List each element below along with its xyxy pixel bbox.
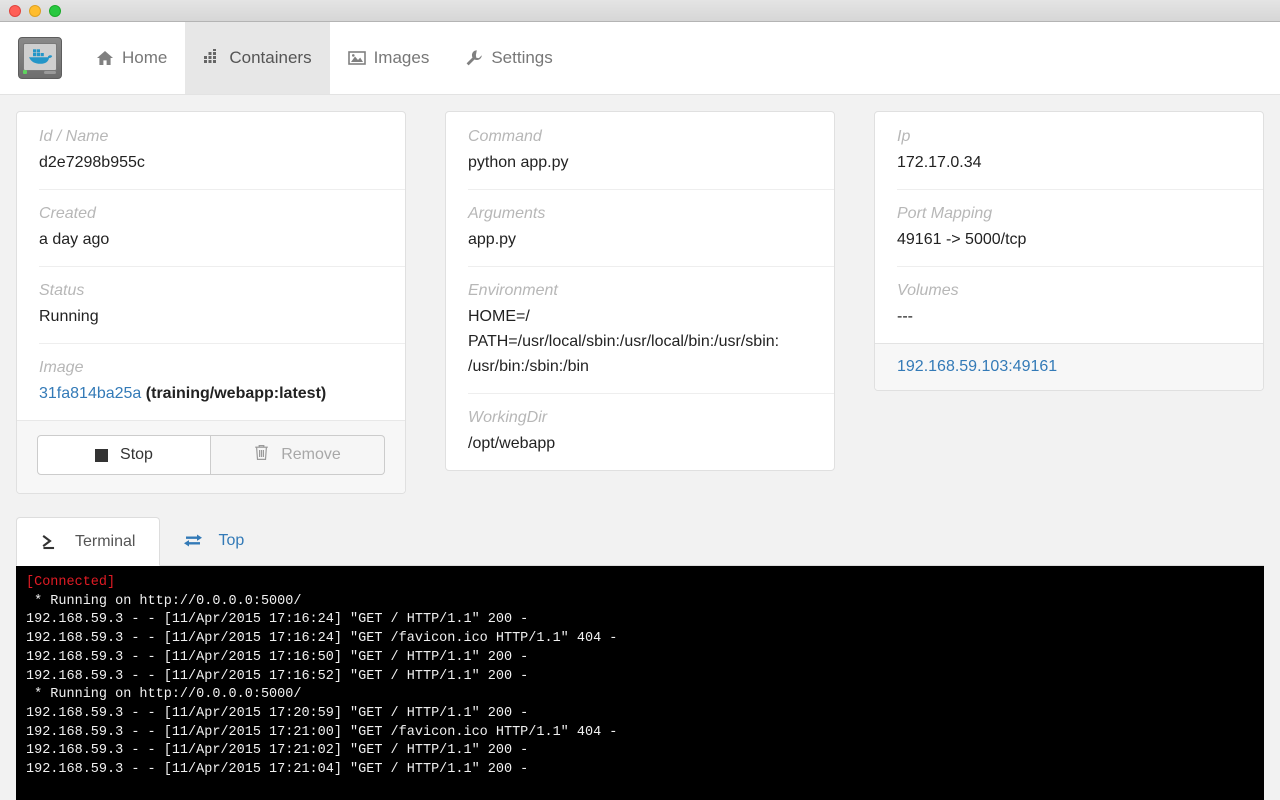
- field-value: d2e7298b955c: [39, 154, 145, 171]
- field-label: Image: [39, 359, 84, 376]
- field-id-name: Id / Name d2e7298b955c: [17, 112, 405, 189]
- field-label: Created: [39, 205, 96, 222]
- remove-button-label: Remove: [281, 446, 341, 463]
- app-logo[interactable]: [18, 22, 78, 94]
- field-label: WorkingDir: [468, 409, 548, 426]
- field-label: Environment: [468, 282, 558, 299]
- terminal-tabs: Terminal Top: [16, 517, 1264, 566]
- action-button-group: Stop Remove: [37, 435, 385, 475]
- field-label: Arguments: [468, 205, 546, 222]
- remove-button[interactable]: Remove: [211, 435, 385, 475]
- field-value: ---: [897, 308, 913, 325]
- field-status: Status Running: [17, 266, 405, 343]
- terminal-line: 192.168.59.3 - - [11/Apr/2015 17:16:24] …: [26, 612, 529, 628]
- terminal-line: 192.168.59.3 - - [11/Apr/2015 17:16:24] …: [26, 631, 618, 647]
- grid-icon: [203, 49, 221, 67]
- field-value: 172.17.0.34: [897, 154, 982, 171]
- container-detail-content: Id / Name d2e7298b955c Created a day ago…: [0, 95, 1280, 510]
- nav-item-containers-label: Containers: [229, 48, 312, 67]
- navbar-items: Home Containers Images Settings: [78, 22, 571, 94]
- field-label: Command: [468, 128, 542, 145]
- app-window: Home Containers Images Settings Id / Nam…: [0, 0, 1280, 800]
- terminal-line: 192.168.59.3 - - [11/Apr/2015 17:20:59] …: [26, 705, 529, 721]
- field-workingdir: WorkingDir /opt/webapp: [446, 393, 834, 470]
- field-value: app.py: [468, 231, 517, 248]
- terminal-line: 192.168.59.3 - - [11/Apr/2015 17:21:04] …: [26, 762, 529, 778]
- field-label: Volumes: [897, 282, 959, 299]
- tab-top-label: Top: [218, 531, 245, 549]
- stop-button[interactable]: Stop: [37, 435, 211, 475]
- nav-item-home-label: Home: [122, 48, 168, 67]
- terminal-line: 192.168.59.3 - - [11/Apr/2015 17:21:00] …: [26, 724, 618, 740]
- terminal-line: * Running on http://0.0.0.0:5000/: [26, 593, 302, 609]
- container-actions: Stop Remove: [17, 420, 405, 493]
- nav-item-images-label: Images: [373, 48, 430, 67]
- tab-terminal-label: Terminal: [75, 532, 136, 550]
- container-url-row: 192.168.59.103:49161: [875, 343, 1263, 390]
- terminal-connected-marker: [Connected]: [26, 575, 116, 590]
- docker-whale-monitor-icon: [18, 37, 62, 79]
- zoom-window-button[interactable]: [49, 4, 61, 17]
- close-window-button[interactable]: [9, 4, 21, 17]
- container-summary-card: Id / Name d2e7298b955c Created a day ago…: [16, 111, 406, 494]
- whale-icon: [29, 48, 53, 64]
- env-line: HOME=/: [468, 308, 530, 325]
- container-url-link[interactable]: 192.168.59.103:49161: [897, 358, 1057, 375]
- field-value: 49161 -> 5000/tcp: [897, 231, 1027, 248]
- picture-icon: [347, 49, 366, 67]
- image-id-link[interactable]: 31fa814ba25a: [39, 385, 141, 402]
- field-ip: Ip 172.17.0.34: [875, 112, 1263, 189]
- stop-button-label: Stop: [120, 446, 153, 463]
- terminal-line: 192.168.59.3 - - [11/Apr/2015 17:16:50] …: [26, 649, 529, 665]
- field-environment: Environment HOME=/ PATH=/usr/local/sbin:…: [446, 266, 834, 393]
- nav-item-containers[interactable]: Containers: [185, 22, 330, 94]
- field-created: Created a day ago: [17, 189, 405, 266]
- field-image: Image 31fa814ba25a (training/webapp:late…: [17, 343, 405, 420]
- field-label: Port Mapping: [897, 205, 993, 222]
- terminal-line: 192.168.59.3 - - [11/Apr/2015 17:16:52] …: [26, 668, 529, 684]
- field-value: /opt/webapp: [468, 435, 556, 452]
- nav-item-images[interactable]: Images: [330, 22, 448, 94]
- monitor-vent-icon: [44, 71, 56, 74]
- terminal-panel: Terminal Top [Connected] * Running on ht…: [16, 517, 1264, 800]
- traffic-lights: [9, 4, 61, 17]
- field-port-mapping: Port Mapping 49161 -> 5000/tcp: [875, 189, 1263, 266]
- tab-terminal[interactable]: Terminal: [16, 517, 161, 566]
- container-network-card: Ip 172.17.0.34 Port Mapping 49161 -> 500…: [874, 111, 1264, 391]
- field-value: 31fa814ba25a (training/webapp:latest): [39, 381, 383, 406]
- tab-top[interactable]: Top: [160, 516, 268, 565]
- exchange-icon: [184, 532, 204, 550]
- nav-item-settings[interactable]: Settings: [447, 22, 570, 94]
- nav-item-home[interactable]: Home: [78, 22, 185, 94]
- field-value: HOME=/ PATH=/usr/local/sbin:/usr/local/b…: [468, 304, 812, 379]
- main-navbar: Home Containers Images Settings: [0, 22, 1280, 95]
- nav-item-settings-label: Settings: [491, 48, 553, 67]
- minimize-window-button[interactable]: [29, 4, 41, 17]
- image-tag-text: (training/webapp:latest): [145, 385, 327, 402]
- field-label: Ip: [897, 128, 911, 145]
- trash-icon: [254, 444, 269, 466]
- prompt-icon: [41, 533, 61, 551]
- field-value: a day ago: [39, 231, 110, 248]
- stop-square-icon: [95, 448, 109, 462]
- window-titlebar: [0, 0, 1280, 22]
- field-arguments: Arguments app.py: [446, 189, 834, 266]
- field-label: Id / Name: [39, 128, 109, 145]
- terminal-line: * Running on http://0.0.0.0:5000/: [26, 687, 302, 703]
- terminal-output[interactable]: [Connected] * Running on http://0.0.0.0:…: [16, 566, 1264, 800]
- wrench-icon: [465, 49, 483, 67]
- env-line: /usr/bin:/sbin:/bin: [468, 358, 589, 375]
- field-value: python app.py: [468, 154, 569, 171]
- home-icon: [96, 49, 114, 67]
- field-volumes: Volumes ---: [875, 266, 1263, 343]
- field-value: Running: [39, 308, 99, 325]
- env-line: PATH=/usr/local/sbin:/usr/local/bin:/usr…: [468, 333, 780, 350]
- container-command-card: Command python app.py Arguments app.py E…: [445, 111, 835, 471]
- field-label: Status: [39, 282, 85, 299]
- terminal-line: 192.168.59.3 - - [11/Apr/2015 17:21:02] …: [26, 743, 529, 759]
- power-led-icon: [23, 70, 27, 74]
- field-command: Command python app.py: [446, 112, 834, 189]
